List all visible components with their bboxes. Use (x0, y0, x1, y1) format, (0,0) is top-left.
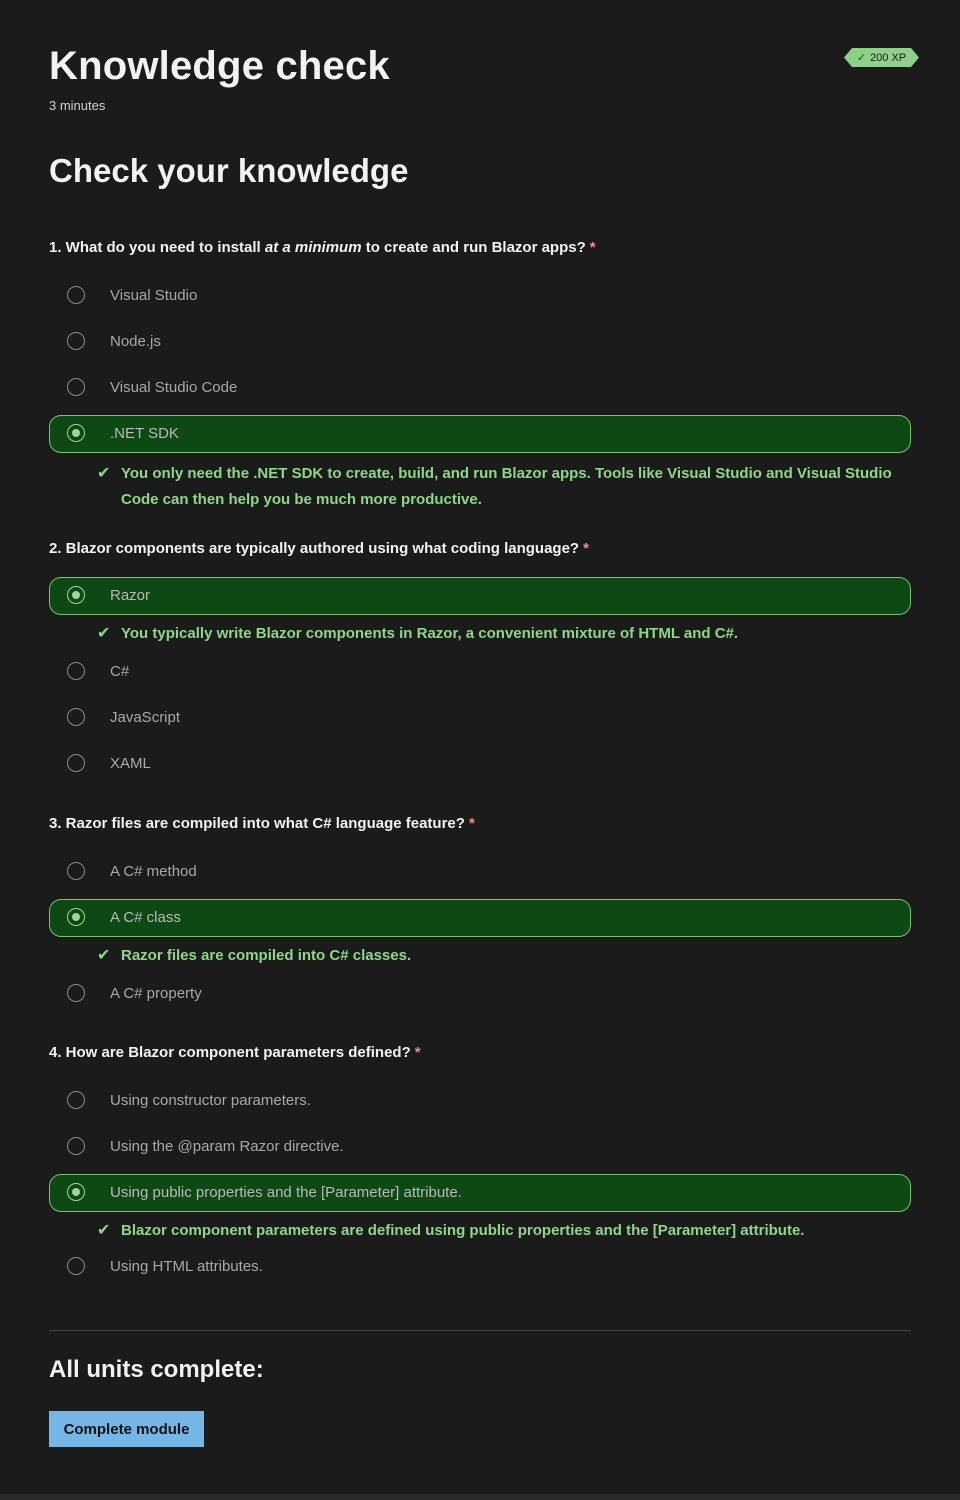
option-label: JavaScript (110, 709, 181, 726)
radio-icon[interactable] (67, 708, 85, 726)
option-label: Using constructor parameters. (110, 1092, 311, 1109)
option-label: Using the @param Razor directive. (110, 1138, 344, 1155)
option-label: XAML (110, 755, 151, 772)
required-marker: * (468, 815, 475, 832)
xp-label: 200 XP (870, 51, 907, 64)
answer-option[interactable]: XAML (49, 745, 911, 783)
question-1: 1. What do you need to install at a mini… (49, 238, 911, 513)
checkmark-icon: ✔ (97, 947, 111, 964)
answer-option-selected[interactable]: A C# class (49, 899, 911, 937)
required-marker: * (589, 239, 596, 256)
answer-feedback: ✔ You only need the .NET SDK to create, b… (49, 461, 911, 513)
option-label: Using HTML attributes. (110, 1258, 263, 1275)
radio-icon[interactable] (67, 1183, 85, 1201)
question-4: 4. How are Blazor component parameters d… (49, 1043, 911, 1286)
radio-icon[interactable] (67, 1257, 85, 1275)
radio-icon[interactable] (67, 1137, 85, 1155)
question-2: 2. Blazor components are typically autho… (49, 539, 911, 783)
radio-icon[interactable] (67, 1091, 85, 1109)
question-label: 3. Razor files are compiled into what C#… (49, 815, 475, 832)
question-label: 2. Blazor components are typically autho… (49, 540, 589, 557)
option-label: A C# property (110, 985, 202, 1002)
radio-icon[interactable] (67, 754, 85, 772)
answer-option[interactable]: C# (49, 653, 911, 691)
answer-option[interactable]: Using constructor parameters. (49, 1082, 911, 1120)
question-3: 3. Razor files are compiled into what C#… (49, 814, 911, 1013)
checkmark-icon: ✓ (856, 52, 867, 64)
radio-icon[interactable] (67, 984, 85, 1002)
answer-option-selected[interactable]: Using public properties and the [Paramet… (49, 1174, 911, 1212)
answer-option[interactable]: A C# property (49, 975, 911, 1013)
required-marker: * (414, 1044, 421, 1061)
radio-icon[interactable] (67, 378, 85, 396)
option-label: Using public properties and the [Paramet… (110, 1184, 462, 1201)
radio-icon[interactable] (67, 908, 85, 926)
question-label: 4. How are Blazor component parameters d… (49, 1044, 421, 1061)
section-title: Check your knowledge (49, 152, 409, 189)
radio-icon[interactable] (67, 586, 85, 604)
xp-badge: ✓ 200 XP (844, 48, 919, 67)
duration-label: 3 minutes (49, 98, 106, 113)
option-label: A C# class (110, 909, 181, 926)
option-label: Node.js (110, 333, 161, 350)
checkmark-icon: ✔ (97, 625, 111, 642)
answer-option-selected[interactable]: Razor (49, 577, 911, 615)
answer-option[interactable]: Using HTML attributes. (49, 1248, 911, 1286)
all-units-complete-heading: All units complete: (49, 1356, 264, 1383)
option-label: A C# method (110, 863, 197, 880)
option-label: C# (110, 663, 130, 680)
option-label: Visual Studio Code (110, 379, 238, 396)
checkmark-icon: ✔ (97, 1222, 111, 1239)
answer-option[interactable]: Visual Studio (49, 277, 911, 315)
option-label: Visual Studio (110, 287, 198, 304)
checkmark-icon: ✔ (97, 465, 111, 482)
option-label: .NET SDK (110, 425, 179, 442)
radio-icon[interactable] (67, 662, 85, 680)
radio-icon[interactable] (67, 286, 85, 304)
complete-module-button[interactable]: Complete module (49, 1411, 204, 1447)
divider (49, 1330, 911, 1331)
bottom-strip (0, 1494, 960, 1500)
page-title: Knowledge check (49, 44, 390, 88)
answer-option[interactable]: A C# method (49, 853, 911, 891)
answer-feedback: ✔ You typically write Blazor components i… (49, 621, 911, 647)
option-label: Razor (110, 587, 151, 604)
answer-feedback: ✔ Razor files are compiled into C# classe… (49, 943, 911, 969)
answer-option[interactable]: Using the @param Razor directive. (49, 1128, 911, 1166)
answer-option[interactable]: Node.js (49, 323, 911, 361)
radio-icon[interactable] (67, 862, 85, 880)
radio-icon[interactable] (67, 424, 85, 442)
answer-feedback: ✔ Blazor component parameters are defined… (49, 1218, 911, 1244)
answer-option-selected[interactable]: .NET SDK (49, 415, 911, 453)
radio-icon[interactable] (67, 332, 85, 350)
question-label: 1. What do you need to install at a mini… (49, 239, 596, 256)
required-marker: * (583, 540, 589, 557)
answer-option[interactable]: JavaScript (49, 699, 911, 737)
answer-option[interactable]: Visual Studio Code (49, 369, 911, 407)
